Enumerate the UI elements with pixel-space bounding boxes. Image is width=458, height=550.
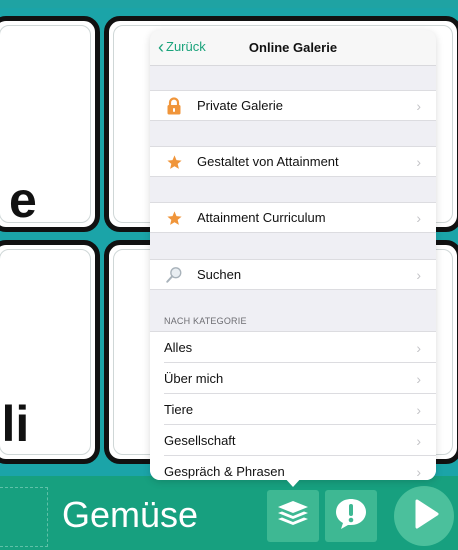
star-icon — [165, 153, 183, 171]
section-header-by-category: NACH KATEGORIE — [164, 316, 247, 326]
lock-icon — [165, 97, 183, 115]
tile-word: e — [9, 172, 37, 228]
chevron-right-icon: › — [416, 432, 421, 449]
category-label: Gesellschaft — [164, 433, 236, 448]
popover-arrow — [283, 476, 303, 487]
category-label: Über mich — [164, 371, 224, 386]
menu-item-label: Gestaltet von Attainment — [197, 154, 339, 169]
category-list: Alles › Über mich › Tiere › Gesellschaft… — [150, 331, 436, 480]
category-label: Gemüse — [62, 494, 199, 535]
star-icon — [165, 209, 183, 227]
symbol-tile[interactable]: oli — [0, 240, 100, 464]
play-icon — [402, 492, 446, 541]
category-item-animals[interactable]: Tiere › — [150, 394, 436, 425]
menu-item-search[interactable]: Suchen › — [150, 259, 436, 290]
play-button[interactable] — [394, 486, 454, 546]
chevron-right-icon: › — [416, 209, 421, 226]
chevron-right-icon: › — [416, 401, 421, 418]
chevron-right-icon: › — [416, 463, 421, 480]
popover-navbar: ‹ Zurück Online Galerie — [150, 30, 436, 66]
menu-item-designed-by-attainment[interactable]: Gestaltet von Attainment › — [150, 146, 436, 177]
chevron-right-icon: › — [416, 370, 421, 387]
online-gallery-popover: ‹ Zurück Online Galerie Private Galerie … — [150, 30, 436, 480]
chevron-right-icon: › — [416, 97, 421, 114]
chevron-right-icon: › — [416, 339, 421, 356]
menu-item-label: Suchen — [197, 267, 242, 282]
gallery-button[interactable] — [267, 490, 319, 542]
popover-title: Online Galerie — [248, 40, 338, 55]
category-item-all[interactable]: Alles › — [150, 332, 436, 363]
chevron-right-icon: › — [416, 266, 421, 283]
tile-word: oli — [0, 396, 30, 452]
placeholder-slot — [0, 487, 48, 547]
category-label: Alles — [164, 340, 193, 355]
category-label: Gespräch & Phrasen — [164, 464, 285, 479]
speech-bubble-exclamation-icon — [333, 496, 369, 537]
category-item-about-me[interactable]: Über mich › — [150, 363, 436, 394]
category-label: Tiere — [164, 402, 194, 417]
menu-item-label: Private Galerie — [197, 98, 283, 113]
menu-item-label: Attainment Curriculum — [197, 210, 326, 225]
layers-icon — [275, 499, 311, 534]
chevron-right-icon: › — [416, 153, 421, 170]
magnifier-icon — [165, 266, 183, 284]
category-item-society[interactable]: Gesellschaft › — [150, 425, 436, 456]
top-strip — [0, 0, 458, 8]
symbol-tile[interactable]: e — [0, 16, 100, 232]
menu-item-attainment-curriculum[interactable]: Attainment Curriculum › — [150, 202, 436, 233]
menu-item-private-gallery[interactable]: Private Galerie › — [150, 90, 436, 121]
alert-button[interactable] — [325, 490, 377, 542]
